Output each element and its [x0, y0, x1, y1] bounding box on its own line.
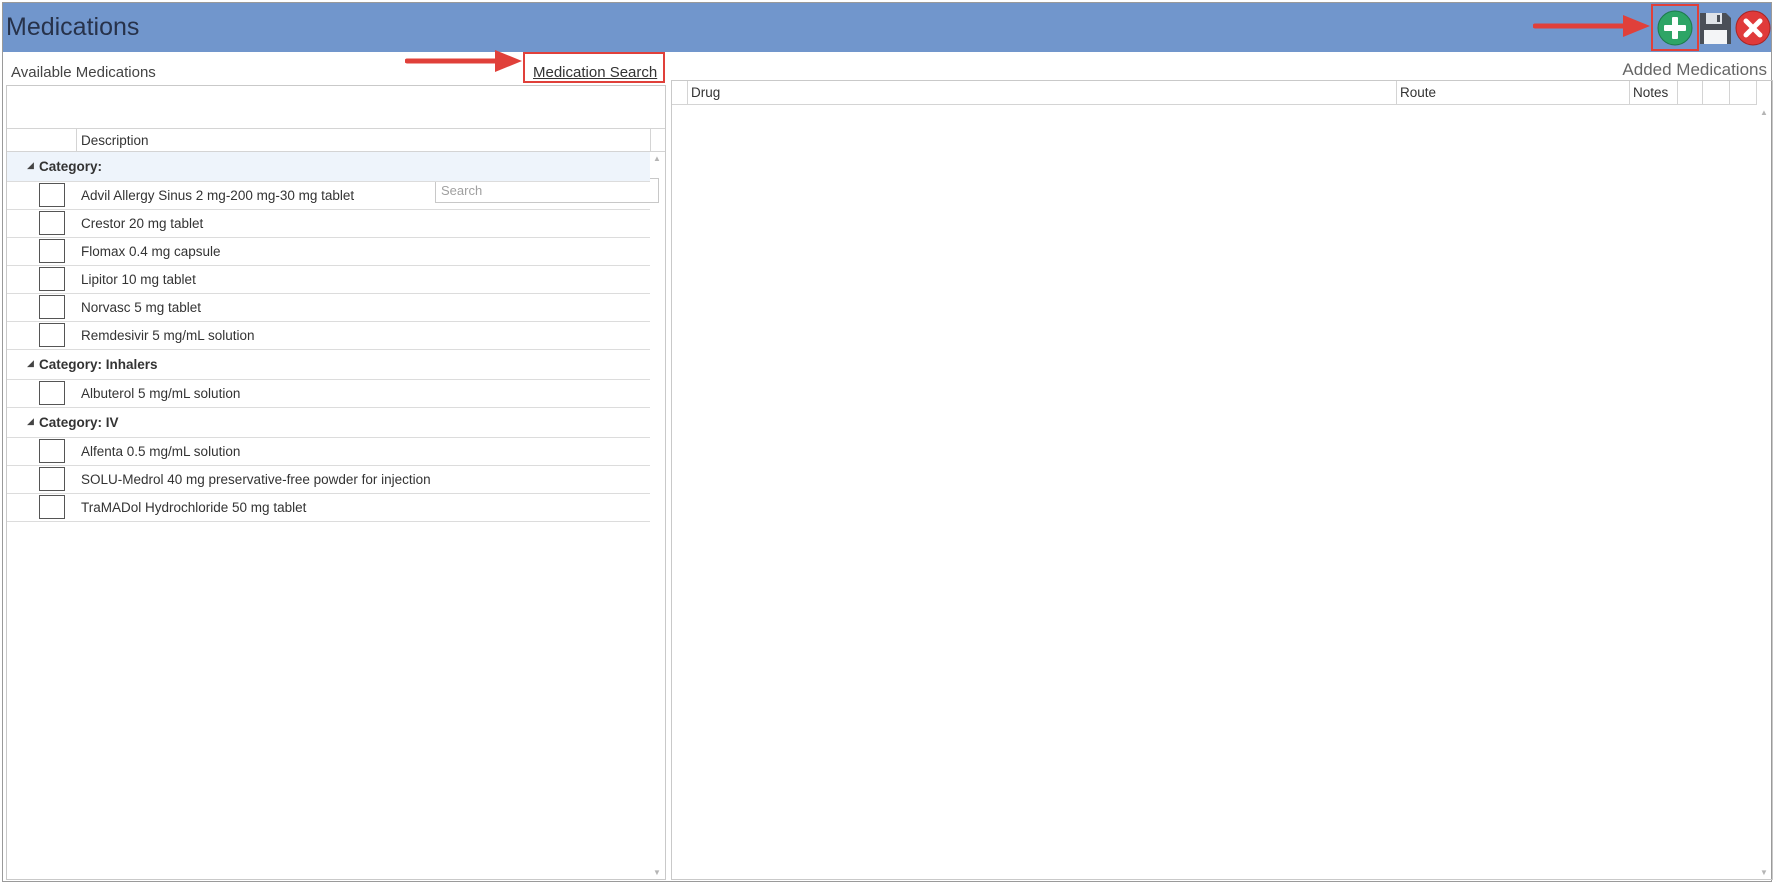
available-medications-panel: Description ◢ Category: Advil Allergy Si…	[6, 85, 666, 880]
medication-row[interactable]: Remdesivir 5 mg/mL solution	[7, 322, 650, 350]
medication-row[interactable]: Advil Allergy Sinus 2 mg-200 mg-30 mg ta…	[7, 182, 650, 210]
collapse-caret-icon[interactable]: ◢	[27, 358, 34, 369]
scroll-down-icon[interactable]: ▼	[653, 868, 661, 877]
added-medications-label: Added Medications	[1622, 60, 1767, 79]
description-column-header[interactable]: Description	[81, 133, 149, 148]
collapse-caret-icon[interactable]: ◢	[27, 160, 34, 171]
scroll-down-icon[interactable]: ▼	[1760, 868, 1768, 877]
title-bar: Medications	[3, 3, 1771, 52]
vertical-scrollbar[interactable]: ▲ ▼	[1757, 105, 1772, 879]
plus-circle-icon	[1657, 10, 1693, 46]
header-scroll-spacer	[650, 128, 665, 152]
scroll-up-icon[interactable]: ▲	[1760, 108, 1768, 117]
medication-description: Alfenta 0.5 mg/mL solution	[81, 444, 241, 459]
notes-column-header[interactable]: Notes	[1630, 81, 1678, 105]
add-medication-button[interactable]	[1656, 9, 1694, 47]
medication-row[interactable]: Crestor 20 mg tablet	[7, 210, 650, 238]
medication-row[interactable]: Alfenta 0.5 mg/mL solution	[7, 438, 650, 466]
category-label: Category: IV	[39, 415, 119, 430]
window-title: Medications	[6, 13, 140, 41]
grid-header: Description	[7, 128, 650, 152]
category-row[interactable]: ◢ Category: IV	[7, 408, 650, 438]
extra-column-header	[1678, 81, 1703, 105]
medication-description: SOLU-Medrol 40 mg preservative-free powd…	[81, 472, 431, 487]
medication-row[interactable]: Albuterol 5 mg/mL solution	[7, 380, 650, 408]
available-medications-label: Available Medications	[11, 64, 156, 81]
medication-description: Flomax 0.4 mg capsule	[81, 244, 221, 259]
drug-column-header[interactable]: Drug	[688, 81, 1397, 105]
medication-checkbox[interactable]	[39, 267, 65, 291]
medication-row[interactable]: TraMADol Hydrochloride 50 mg tablet	[7, 494, 650, 522]
added-medications-panel: Drug Route Notes ▲ ▼	[671, 80, 1773, 880]
medication-checkbox[interactable]	[39, 323, 65, 347]
medication-list: ◢ Category: Advil Allergy Sinus 2 mg-200…	[7, 152, 650, 522]
medication-checkbox[interactable]	[39, 211, 65, 235]
medication-checkbox[interactable]	[39, 381, 65, 405]
medication-checkbox[interactable]	[39, 239, 65, 263]
extra-column-header	[1703, 81, 1730, 105]
close-button[interactable]	[1734, 9, 1772, 47]
medication-description: Norvasc 5 mg tablet	[81, 300, 202, 315]
medication-description: Lipitor 10 mg tablet	[81, 272, 196, 287]
medication-description: Crestor 20 mg tablet	[81, 216, 204, 231]
medication-row[interactable]: SOLU-Medrol 40 mg preservative-free powd…	[7, 466, 650, 494]
annotation-arrow-add	[1533, 15, 1650, 37]
medication-checkbox[interactable]	[39, 439, 65, 463]
select-column-header	[7, 129, 77, 151]
added-grid-header: Drug Route Notes	[672, 81, 1757, 105]
medication-description: Albuterol 5 mg/mL solution	[81, 386, 241, 401]
extra-column-header	[1730, 81, 1757, 105]
indicator-column-header	[672, 81, 688, 105]
save-button[interactable]	[1696, 9, 1734, 47]
medication-row[interactable]: Norvasc 5 mg tablet	[7, 294, 650, 322]
medication-row[interactable]: Flomax 0.4 mg capsule	[7, 238, 650, 266]
category-row[interactable]: ◢ Category:	[7, 152, 650, 182]
collapse-caret-icon[interactable]: ◢	[27, 416, 34, 427]
medication-checkbox[interactable]	[39, 467, 65, 491]
category-row[interactable]: ◢ Category: Inhalers	[7, 350, 650, 380]
category-label: Category: Inhalers	[39, 357, 158, 372]
medication-checkbox[interactable]	[39, 495, 65, 519]
close-circle-icon	[1735, 10, 1771, 46]
medication-search-link[interactable]: Medication Search	[533, 64, 657, 81]
route-column-header[interactable]: Route	[1397, 81, 1630, 105]
medication-description: Remdesivir 5 mg/mL solution	[81, 328, 255, 343]
medication-description: TraMADol Hydrochloride 50 mg tablet	[81, 500, 307, 515]
medication-row[interactable]: Lipitor 10 mg tablet	[7, 266, 650, 294]
medication-checkbox[interactable]	[39, 183, 65, 207]
medication-checkbox[interactable]	[39, 295, 65, 319]
vertical-scrollbar[interactable]: ▲ ▼	[650, 152, 665, 879]
category-label: Category:	[39, 159, 103, 174]
medication-description: Advil Allergy Sinus 2 mg-200 mg-30 mg ta…	[81, 188, 355, 203]
scroll-up-icon[interactable]: ▲	[653, 154, 661, 163]
annotation-arrow-search	[405, 50, 522, 72]
medications-window: Medications Available Medications Medica…	[2, 2, 1773, 882]
floppy-disk-icon	[1700, 13, 1731, 44]
